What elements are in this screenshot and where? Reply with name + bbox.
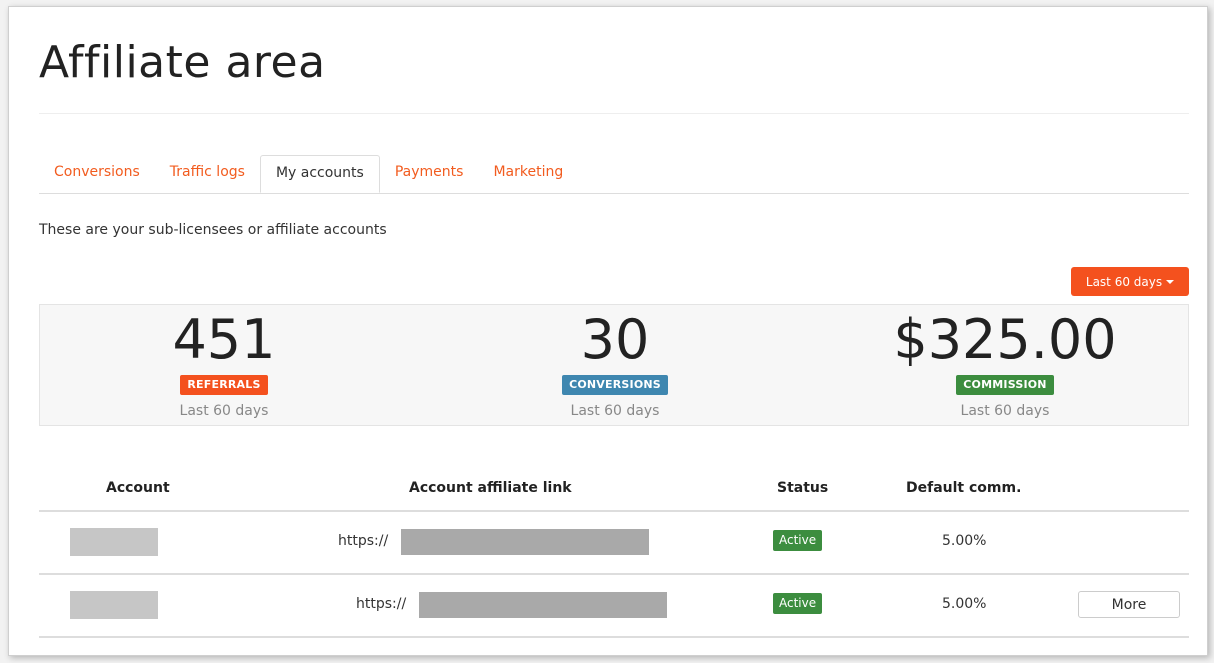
stat-commission-period: Last 60 days: [960, 403, 1050, 419]
default-commission: 5.00%: [942, 533, 987, 549]
more-button[interactable]: More: [1078, 591, 1180, 618]
title-divider: [39, 113, 1189, 114]
stat-referrals-badge: REFERRALS: [180, 375, 268, 395]
stat-commission-value: $325.00: [893, 308, 1117, 371]
tab-traffic-logs[interactable]: Traffic logs: [155, 155, 260, 193]
affiliate-link-redacted: [419, 592, 667, 618]
tab-conversions[interactable]: Conversions: [39, 155, 155, 193]
stat-commission-badge: COMMISSION: [956, 375, 1054, 395]
table-row: https:// Active 5.00% More: [39, 575, 1189, 638]
date-range-label: Last 60 days: [1085, 274, 1163, 289]
stat-commission: $325.00 COMMISSION Last 60 days: [855, 305, 1155, 419]
stat-referrals-value: 451: [172, 308, 276, 371]
account-name-redacted: [70, 528, 158, 556]
stats-panel: 451 REFERRALS Last 60 days 30 CONVERSION…: [39, 304, 1189, 426]
header-status: Status: [777, 480, 829, 496]
affiliate-link-prefix: https://: [338, 533, 389, 549]
header-affiliate-link: Account affiliate link: [409, 480, 572, 496]
affiliate-link-prefix: https://: [356, 596, 407, 612]
header-account: Account: [106, 480, 170, 496]
stat-conversions: 30 CONVERSIONS Last 60 days: [465, 305, 765, 419]
caret-down-icon: [1166, 279, 1175, 284]
tab-payments[interactable]: Payments: [380, 155, 479, 193]
stat-conversions-value: 30: [580, 308, 650, 371]
stat-conversions-badge: CONVERSIONS: [562, 375, 668, 395]
tab-bar: Conversions Traffic logs My accounts Pay…: [39, 155, 1189, 194]
table-row: https:// Active 5.00%: [39, 512, 1189, 575]
stat-referrals: 451 REFERRALS Last 60 days: [74, 305, 374, 419]
status-badge: Active: [773, 593, 823, 614]
stat-conversions-period: Last 60 days: [570, 403, 660, 419]
affiliate-area-panel: Affiliate area Conversions Traffic logs …: [8, 6, 1208, 656]
affiliate-link-redacted: [401, 529, 649, 555]
stat-referrals-period: Last 60 days: [179, 403, 269, 419]
intro-text: These are your sub-licensees or affiliat…: [39, 222, 387, 238]
default-commission: 5.00%: [942, 596, 987, 612]
accounts-table-header: Account Account affiliate link Status De…: [39, 462, 1189, 512]
account-name-redacted: [70, 591, 158, 619]
header-default-commission: Default comm.: [906, 480, 1022, 496]
date-range-dropdown[interactable]: Last 60 days: [1071, 267, 1189, 296]
status-badge: Active: [773, 530, 823, 551]
tab-my-accounts[interactable]: My accounts: [259, 155, 380, 193]
page-title: Affiliate area: [39, 37, 326, 88]
tab-marketing[interactable]: Marketing: [478, 155, 578, 193]
